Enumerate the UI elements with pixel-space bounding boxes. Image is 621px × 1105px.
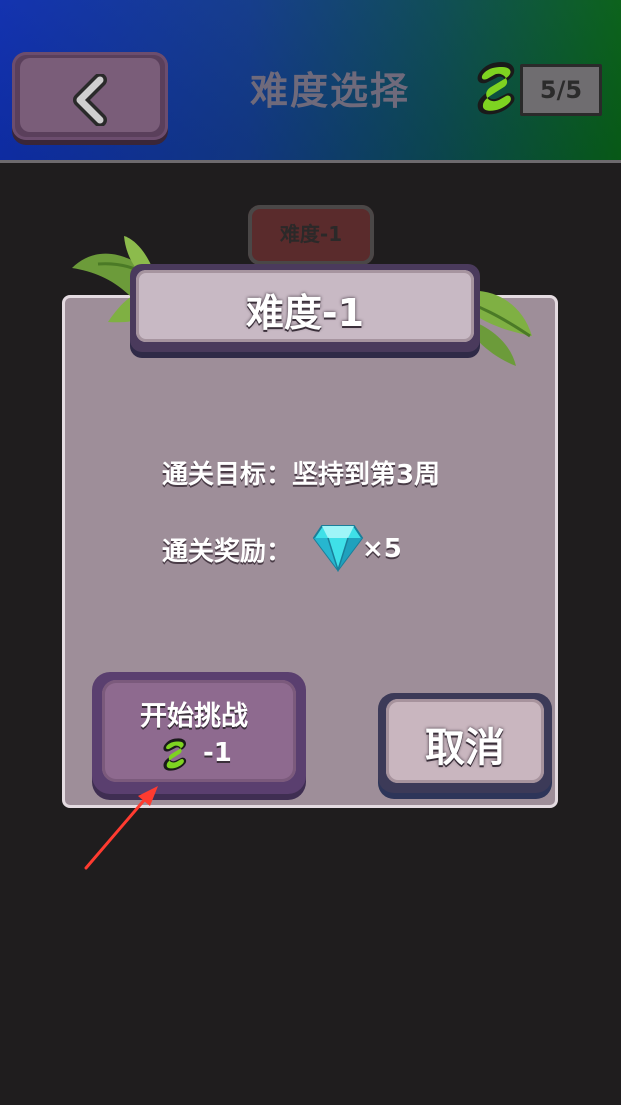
reward-quantity: ×5 (362, 534, 402, 564)
diamond-icon (312, 525, 364, 572)
clear-goal-text: 通关目标：坚持到第3周 (162, 460, 441, 490)
page-title: 难度选择 (249, 69, 410, 113)
cancel-label: 取消 (425, 725, 505, 771)
dialog-title: 难度-1 (245, 291, 365, 335)
start-challenge-label: 开始挑战 (140, 701, 248, 732)
level-tab-label: 难度-1 (279, 222, 343, 246)
start-challenge-button[interactable] (92, 672, 306, 794)
energy-counter: 5/5 (520, 64, 602, 116)
clear-reward-label: 通关奖励： (162, 537, 293, 567)
annotation-arrow (84, 786, 158, 870)
energy-bolt-icon (163, 738, 187, 771)
back-button[interactable] (12, 52, 168, 140)
energy-bolt-icon (477, 62, 515, 115)
start-challenge-cost: -1 (203, 738, 232, 768)
back-chevron-icon (73, 74, 107, 126)
